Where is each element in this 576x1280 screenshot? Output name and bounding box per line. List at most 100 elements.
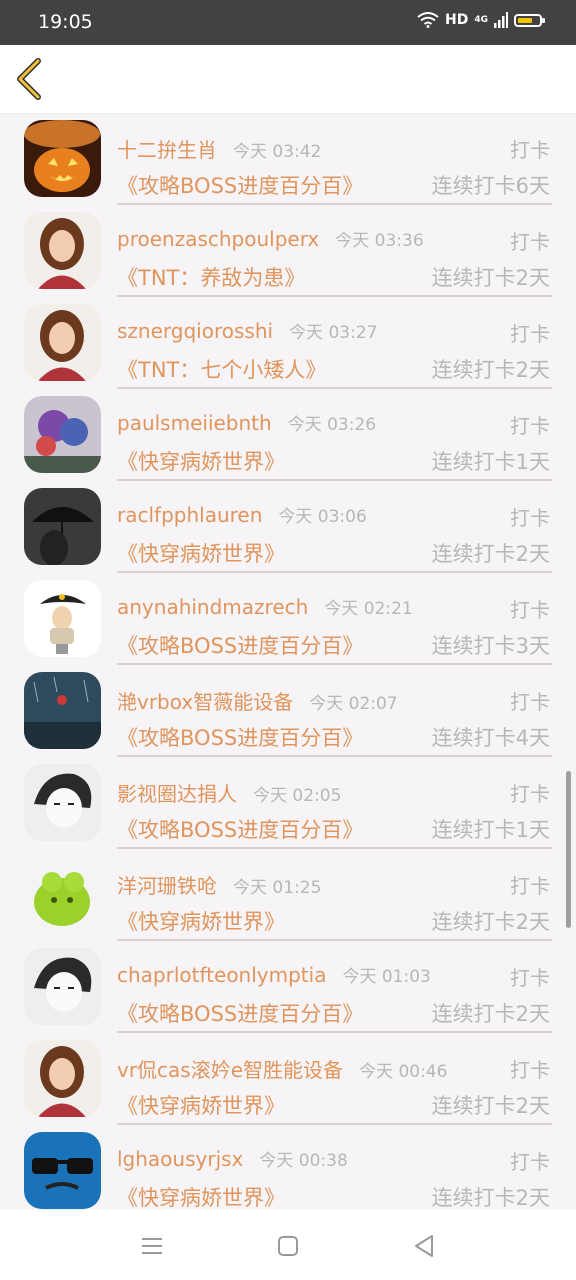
username-link[interactable]: 滟vrbox智薇能设备 今天 02:07 xyxy=(117,686,398,715)
username[interactable]: raclfpphlauren xyxy=(117,503,262,527)
username[interactable]: 十二拚生肖 xyxy=(117,138,217,162)
list-item[interactable]: raclfpphlauren 今天 03:06 打卡 《快穿病娇世界》 连续打卡2天 xyxy=(0,482,576,574)
avatar[interactable] xyxy=(24,212,101,289)
list-item[interactable]: 影视圈达捐人 今天 02:05 打卡 《攻略BOSS进度百分百》 连续打卡1天 xyxy=(0,758,576,850)
signal-type: 4G xyxy=(474,15,488,25)
signal-icon xyxy=(494,12,508,28)
avatar[interactable] xyxy=(24,580,101,657)
list-item[interactable]: vr侃cas滚妗e智胜能设备 今天 00:46 打卡 《快穿病娇世界》 连续打卡2天 xyxy=(0,1034,576,1126)
list-item[interactable]: sznergqiorosshi 今天 03:27 打卡 《TNT：七个小矮人》 连续打卡… xyxy=(0,298,576,390)
checkin-label: 打卡 xyxy=(510,874,550,898)
divider xyxy=(117,295,552,297)
streak-count: 连续打卡2天 xyxy=(431,542,550,566)
streak-count: 连续打卡1天 xyxy=(431,450,550,474)
username[interactable]: vr侃cas滚妗e智胜能设备 xyxy=(117,1058,343,1082)
username-link[interactable]: paulsmeiiebnth 今天 03:26 xyxy=(117,410,376,435)
home-square-icon xyxy=(278,1236,298,1256)
book-title[interactable]: 《攻略BOSS进度百分百》 xyxy=(117,170,363,200)
username-link[interactable]: proenzaschpoulperx 今天 03:36 xyxy=(117,226,424,251)
username[interactable]: paulsmeiiebnth xyxy=(117,411,272,435)
back-nav-button[interactable] xyxy=(410,1231,440,1261)
checkin-label: 打卡 xyxy=(510,1150,550,1174)
list-item[interactable]: lghaousyrjsx 今天 00:38 打卡《快穿病娇世界》 连续打卡2天 xyxy=(0,1126,576,1210)
book-title[interactable]: 《TNT：七个小矮人》 xyxy=(117,354,326,384)
list-item[interactable]: 十二拚生肖 今天 03:42 打卡《攻略BOSS进度百分百》 连续打卡6天 xyxy=(0,114,576,206)
avatar[interactable] xyxy=(24,1040,101,1117)
list-item[interactable]: 洋河珊铁呛 今天 01:25 打卡 《快穿病娇世界》 连续打卡2天 xyxy=(0,850,576,942)
username[interactable]: chaprlotfteonlymptia xyxy=(117,963,326,987)
checkin-label: 打卡 xyxy=(510,230,550,254)
username[interactable]: sznergqiorosshi xyxy=(117,319,273,343)
username[interactable]: 影视圈达捐人 xyxy=(117,782,237,806)
book-title[interactable]: 《快穿病娇世界》 xyxy=(117,1090,285,1120)
username-link[interactable]: 十二拚生肖 今天 03:42 xyxy=(117,134,321,163)
book-title[interactable]: 《攻略BOSS进度百分百》 xyxy=(117,998,363,1028)
divider xyxy=(117,847,552,849)
triangle-back-icon xyxy=(415,1235,433,1257)
avatar[interactable] xyxy=(24,1132,101,1209)
checkin-list[interactable]: 十二拚生肖 今天 03:42 打卡 《攻略BOSS进度百分百》 连续打卡6天 proenz… xyxy=(0,114,576,1210)
avatar[interactable] xyxy=(24,672,101,749)
book-title[interactable]: 《攻略BOSS进度百分百》 xyxy=(117,630,363,660)
list-item[interactable]: anynahindmazrech 今天 02:21 打卡《攻略BOSS进度百分百》 连… xyxy=(0,574,576,666)
username-link[interactable]: chaprlotfteonlymptia 今天 01:03 xyxy=(117,962,431,987)
username[interactable]: 洋河珊铁呛 xyxy=(117,874,217,898)
username-link[interactable]: vr侃cas滚妗e智胜能设备 今天 00:46 xyxy=(117,1054,447,1083)
avatar[interactable] xyxy=(24,304,101,381)
username-link[interactable]: raclfpphlauren 今天 03:06 xyxy=(117,502,367,527)
checkin-label: 打卡 xyxy=(510,966,550,990)
divider xyxy=(117,1031,552,1033)
book-title[interactable]: 《攻略BOSS进度百分百》 xyxy=(117,814,363,844)
username[interactable]: proenzaschpoulperx xyxy=(117,227,319,251)
status-icons: HD 4G xyxy=(417,12,545,28)
checkin-time: 今天 03:26 xyxy=(287,415,377,435)
streak-count: 连续打卡1天 xyxy=(431,818,550,842)
avatar[interactable] xyxy=(24,948,101,1025)
back-button[interactable] xyxy=(12,57,52,101)
checkin-time: 今天 00:46 xyxy=(359,1062,448,1082)
username-link[interactable]: anynahindmazrech 今天 02:21 xyxy=(117,594,413,619)
username-link[interactable]: 影视圈达捐人 今天 02:05 xyxy=(117,778,341,807)
checkin-label: 打卡 xyxy=(510,138,550,162)
username-link[interactable]: sznergqiorosshi 今天 03:27 xyxy=(117,318,377,343)
checkin-label: 打卡 xyxy=(510,598,550,622)
checkin-time: 今天 03:42 xyxy=(233,142,322,162)
checkin-time: 今天 00:38 xyxy=(259,1151,348,1171)
username[interactable]: 滟vrbox智薇能设备 xyxy=(117,690,293,714)
divider xyxy=(117,1123,552,1125)
book-title[interactable]: 《快穿病娇世界》 xyxy=(117,1182,285,1210)
checkin-time: 今天 03:36 xyxy=(335,231,424,251)
book-title[interactable]: 《快穿病娇世界》 xyxy=(117,446,285,476)
avatar[interactable] xyxy=(24,764,101,841)
username[interactable]: anynahindmazrech xyxy=(117,595,308,619)
book-title[interactable]: 《快穿病娇世界》 xyxy=(117,538,285,568)
username-link[interactable]: 洋河珊铁呛 今天 01:25 xyxy=(117,870,321,899)
avatar[interactable] xyxy=(24,120,101,197)
username[interactable]: lghaousyrjsx xyxy=(117,1147,243,1171)
list-item[interactable]: 滟vrbox智薇能设备 今天 02:07 打卡 《攻略BOSS进度百分百》 连续打卡4天 xyxy=(0,666,576,758)
checkin-time: 今天 03:27 xyxy=(289,323,378,343)
list-item[interactable]: chaprlotfteonlymptia 今天 01:03 打卡《攻略BOSS进度百… xyxy=(0,942,576,1034)
avatar[interactable] xyxy=(24,396,101,473)
streak-count: 连续打卡6天 xyxy=(431,174,550,198)
username-link[interactable]: lghaousyrjsx 今天 00:38 xyxy=(117,1146,348,1171)
home-button[interactable] xyxy=(273,1231,303,1261)
status-time: 19:05 xyxy=(38,11,93,33)
streak-count: 连续打卡2天 xyxy=(431,1002,550,1026)
book-title[interactable]: 《TNT：养敌为患》 xyxy=(117,262,305,292)
streak-count: 连续打卡2天 xyxy=(431,1186,550,1210)
book-title[interactable]: 《攻略BOSS进度百分百》 xyxy=(117,722,363,752)
divider xyxy=(117,387,552,389)
checkin-time: 今天 03:06 xyxy=(278,507,367,527)
scrollbar[interactable] xyxy=(566,771,571,928)
book-title[interactable]: 《快穿病娇世界》 xyxy=(117,906,285,936)
divider xyxy=(117,571,552,573)
divider xyxy=(117,755,552,757)
list-item[interactable]: proenzaschpoulperx 今天 03:36 打卡《TNT：养敌为患》 连续… xyxy=(0,206,576,298)
avatar[interactable] xyxy=(24,856,101,933)
streak-count: 连续打卡2天 xyxy=(431,266,550,290)
avatar[interactable] xyxy=(24,488,101,565)
streak-count: 连续打卡3天 xyxy=(431,634,550,658)
list-item[interactable]: paulsmeiiebnth 今天 03:26 打卡 《快穿病娇世界》 连续打卡1天 xyxy=(0,390,576,482)
menu-button[interactable] xyxy=(137,1231,167,1261)
